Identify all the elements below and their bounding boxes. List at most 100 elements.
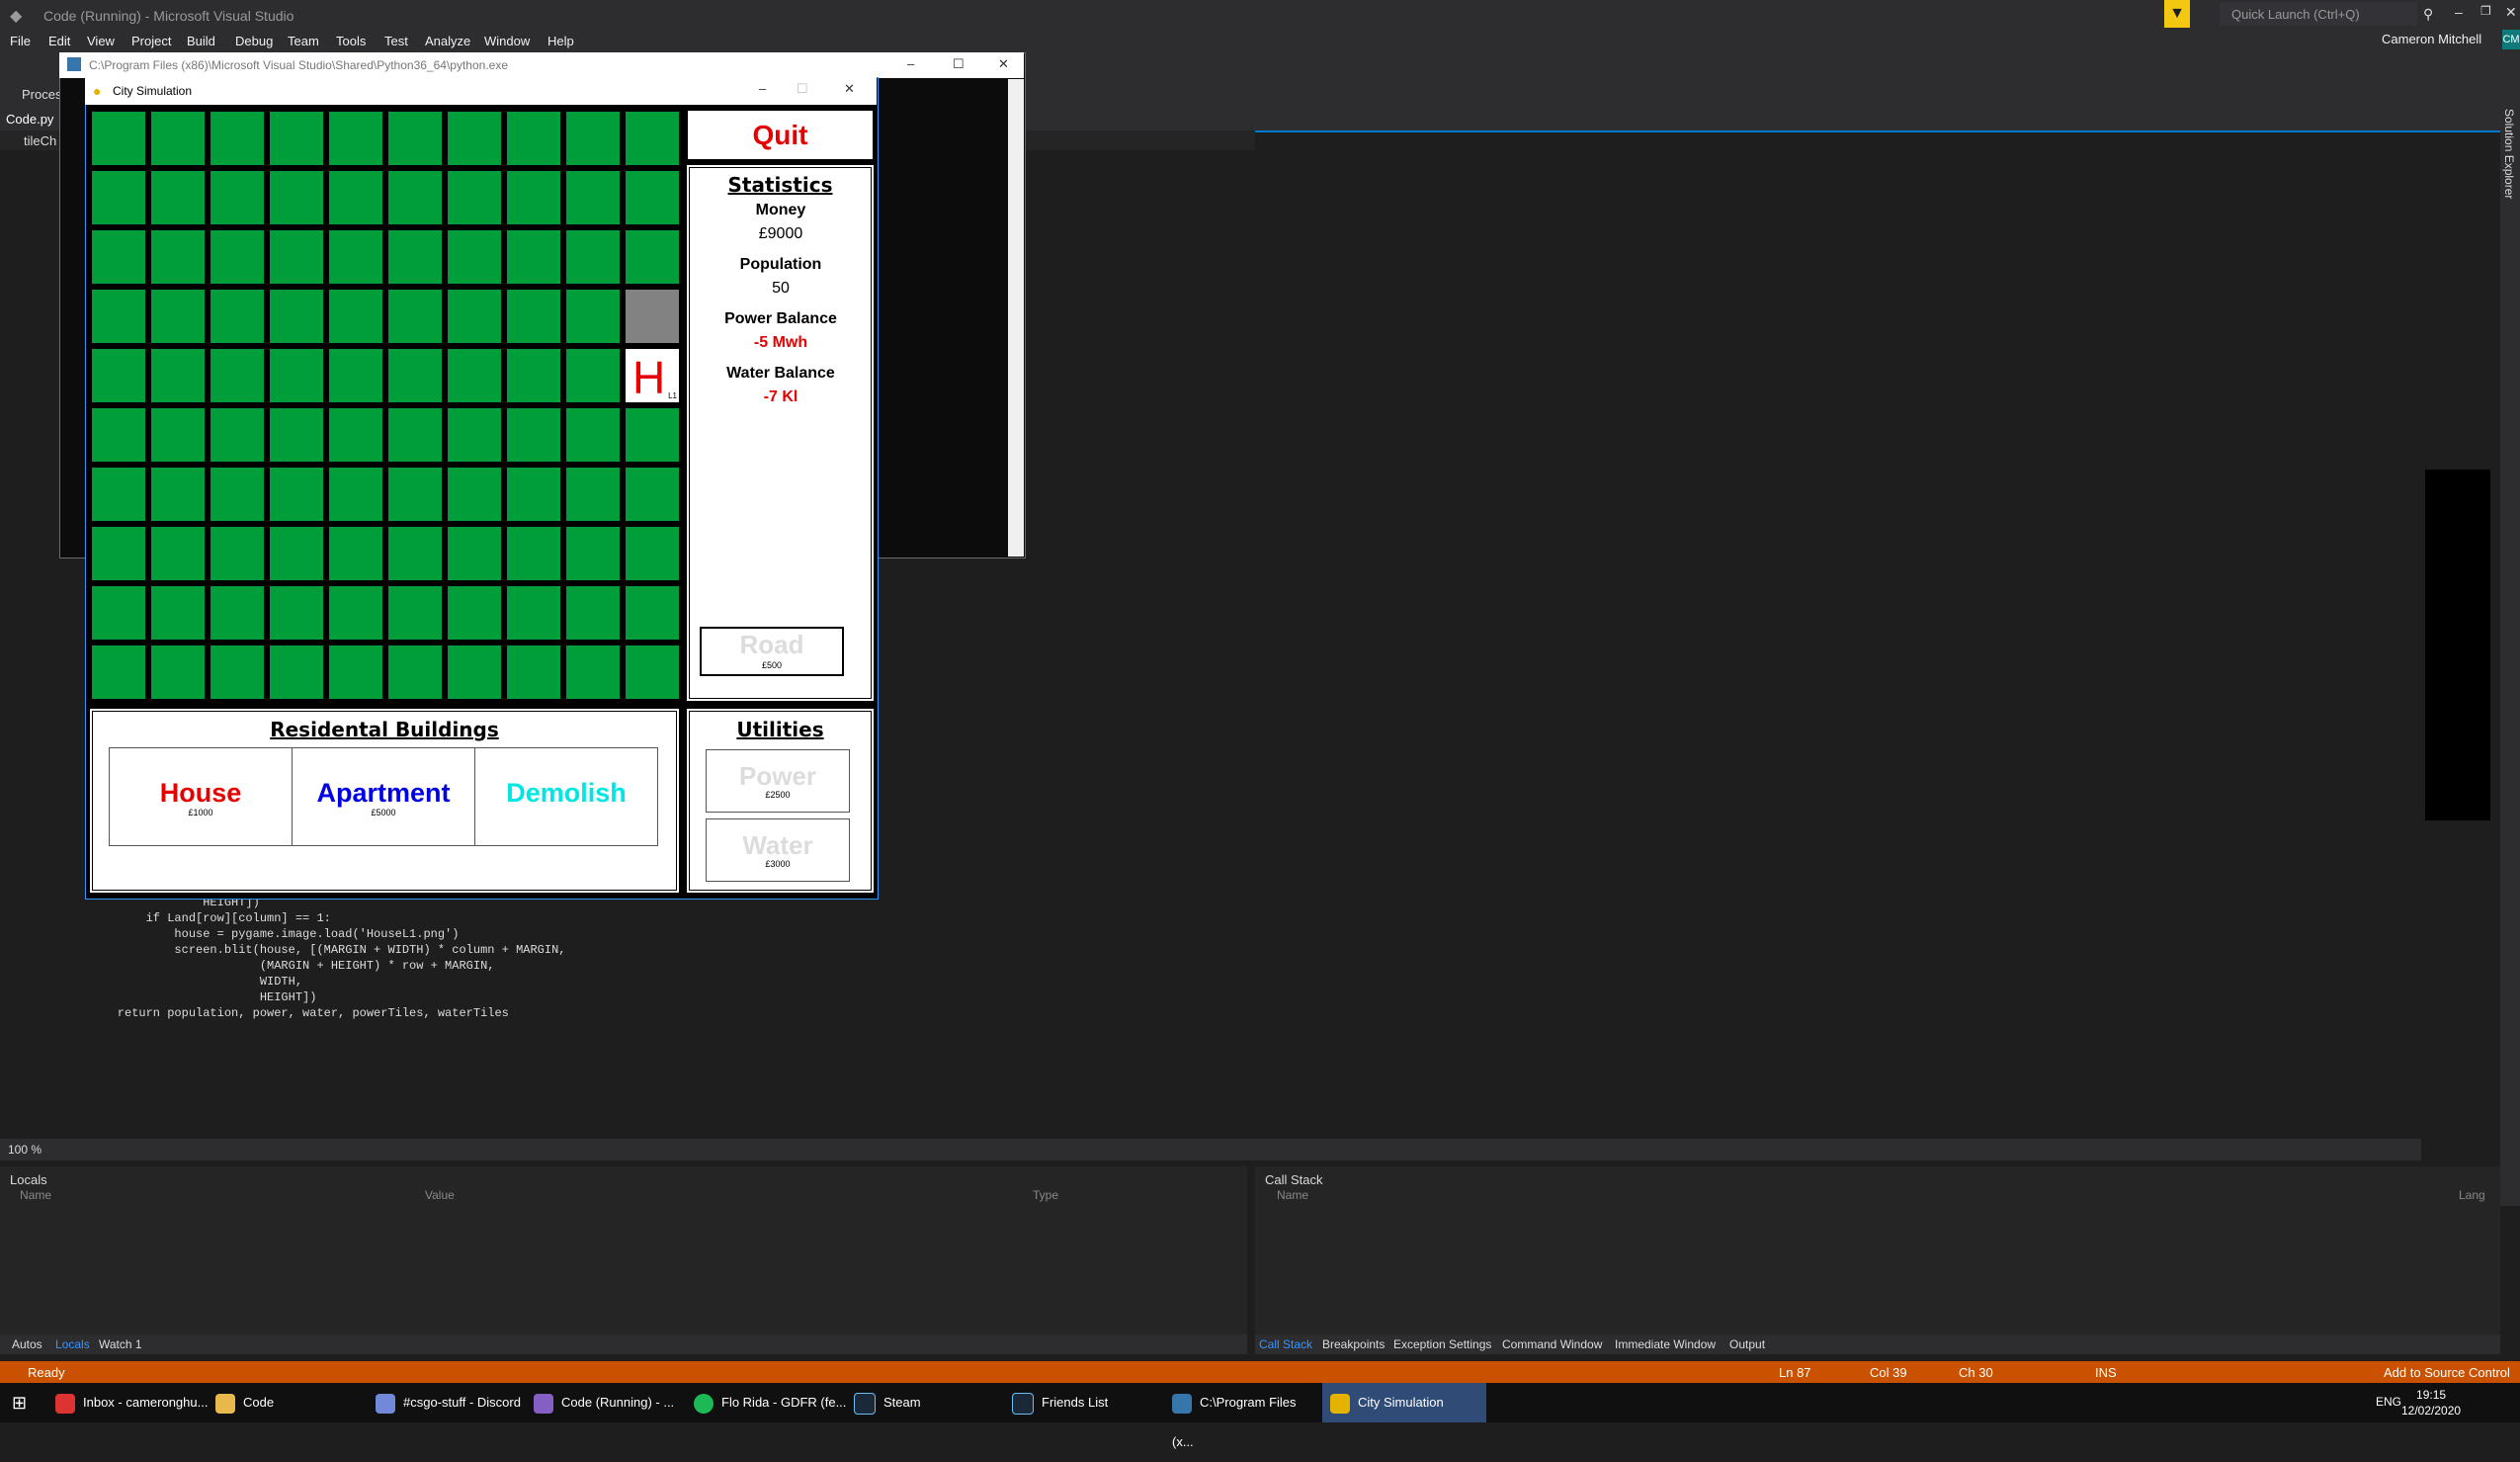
grass-tile[interactable] (151, 171, 205, 224)
grass-tile[interactable] (151, 408, 205, 462)
grass-tile[interactable] (92, 408, 145, 462)
grass-tile[interactable] (566, 349, 620, 402)
house-button[interactable]: House £1000 (109, 747, 293, 846)
taskbar-item-visual-studio[interactable]: Code (Running) - ... (534, 1383, 688, 1422)
menu-team[interactable]: Team (288, 34, 319, 48)
grass-tile[interactable] (270, 230, 323, 284)
grass-tile[interactable] (329, 290, 382, 343)
minimize-icon[interactable]: – (907, 56, 914, 71)
grass-tile[interactable] (151, 290, 205, 343)
grass-tile[interactable] (92, 468, 145, 521)
grass-tile[interactable] (210, 468, 264, 521)
tab-call-stack[interactable]: Call Stack (1259, 1337, 1312, 1351)
grass-tile[interactable] (270, 586, 323, 640)
grass-tile[interactable] (448, 408, 501, 462)
minimize-icon[interactable]: – (759, 81, 766, 96)
quit-button[interactable]: Quit (686, 109, 875, 161)
grass-tile[interactable] (388, 586, 442, 640)
nav-dropdown[interactable]: tileCh (24, 133, 56, 148)
grass-tile[interactable] (507, 290, 560, 343)
grass-tile[interactable] (329, 112, 382, 165)
taskbar-item-city-simulation[interactable]: City Simulation (1322, 1383, 1486, 1422)
tab-command-window[interactable]: Command Window (1502, 1337, 1602, 1351)
input-language[interactable]: ENG (2376, 1395, 2401, 1409)
taskbar-item-friends[interactable]: Friends List (1012, 1383, 1166, 1422)
grass-tile[interactable] (270, 645, 323, 699)
grass-tile[interactable] (566, 112, 620, 165)
menu-window[interactable]: Window (484, 34, 530, 48)
grass-tile[interactable] (448, 586, 501, 640)
grass-tile[interactable] (329, 645, 382, 699)
grass-tile[interactable] (270, 171, 323, 224)
quick-launch-input[interactable]: Quick Launch (Ctrl+Q) (2220, 2, 2417, 26)
grass-tile[interactable] (151, 112, 205, 165)
grass-tile[interactable] (448, 112, 501, 165)
grass-tile[interactable] (270, 290, 323, 343)
grass-tile[interactable] (151, 468, 205, 521)
grass-tile[interactable] (92, 349, 145, 402)
taskbar-item-code-folder[interactable]: Code (215, 1383, 370, 1422)
grass-tile[interactable] (507, 171, 560, 224)
grass-tile[interactable] (626, 112, 679, 165)
demolish-button[interactable]: Demolish (474, 747, 658, 846)
close-icon[interactable]: ✕ (844, 81, 855, 97)
minimap[interactable] (2423, 153, 2492, 820)
grass-tile[interactable] (507, 230, 560, 284)
taskbar-clock[interactable]: 19:15 12/02/2020 (2401, 1387, 2461, 1419)
grass-tile[interactable] (210, 586, 264, 640)
grass-tile[interactable] (388, 290, 442, 343)
grass-tile[interactable] (329, 468, 382, 521)
menu-help[interactable]: Help (547, 34, 574, 48)
taskbar-item-steam[interactable]: Steam (854, 1383, 1008, 1422)
grass-tile[interactable] (507, 645, 560, 699)
console-scrollbar[interactable] (1008, 79, 1024, 557)
grass-tile[interactable] (448, 230, 501, 284)
grass-tile[interactable] (507, 527, 560, 580)
user-name[interactable]: Cameron Mitchell (2382, 32, 2481, 46)
search-icon[interactable]: ⚲ (2423, 6, 2433, 23)
grass-tile[interactable] (507, 586, 560, 640)
grass-tile[interactable] (388, 230, 442, 284)
maximize-icon[interactable]: ❐ (2480, 4, 2491, 18)
grass-tile[interactable] (566, 645, 620, 699)
grass-tile[interactable] (270, 112, 323, 165)
power-button[interactable]: Power £2500 (706, 749, 850, 813)
tab-code-py[interactable]: Code.py (6, 112, 53, 127)
grass-tile[interactable] (388, 527, 442, 580)
menu-debug[interactable]: Debug (235, 34, 273, 48)
tab-output[interactable]: Output (1729, 1337, 1765, 1351)
apartment-button[interactable]: Apartment £5000 (292, 747, 475, 846)
menu-edit[interactable]: Edit (48, 34, 70, 48)
zoom-level[interactable]: 100 % (8, 1143, 42, 1157)
tab-autos[interactable]: Autos (12, 1337, 42, 1351)
grass-tile[interactable] (270, 408, 323, 462)
grass-tile[interactable] (388, 112, 442, 165)
grass-tile[interactable] (210, 290, 264, 343)
grass-tile[interactable] (448, 527, 501, 580)
grass-tile[interactable] (329, 408, 382, 462)
grass-tile[interactable] (210, 112, 264, 165)
city-grid[interactable]: H L1 (89, 109, 682, 702)
grass-tile[interactable] (566, 468, 620, 521)
grass-tile[interactable] (626, 171, 679, 224)
grass-tile[interactable] (448, 349, 501, 402)
taskbar-item-discord[interactable]: #csgo-stuff - Discord (376, 1383, 530, 1422)
grass-tile[interactable] (329, 586, 382, 640)
grass-tile[interactable] (626, 586, 679, 640)
house-tile[interactable]: H L1 (626, 349, 679, 403)
maximize-icon[interactable]: ☐ (953, 56, 965, 72)
grass-tile[interactable] (92, 171, 145, 224)
menu-analyze[interactable]: Analyze (425, 34, 470, 48)
close-icon[interactable]: ✕ (2505, 4, 2517, 21)
grass-tile[interactable] (507, 468, 560, 521)
water-button[interactable]: Water £3000 (706, 818, 850, 882)
grass-tile[interactable] (92, 112, 145, 165)
road-tile[interactable] (626, 290, 679, 343)
grass-tile[interactable] (507, 112, 560, 165)
grass-tile[interactable] (388, 645, 442, 699)
code-text[interactable]: HEIGHT]) if Land[row][column] == 1: hous… (89, 895, 566, 1021)
tab-locals[interactable]: Locals (55, 1337, 90, 1351)
grass-tile[interactable] (626, 468, 679, 521)
grass-tile[interactable] (566, 586, 620, 640)
grass-tile[interactable] (92, 290, 145, 343)
